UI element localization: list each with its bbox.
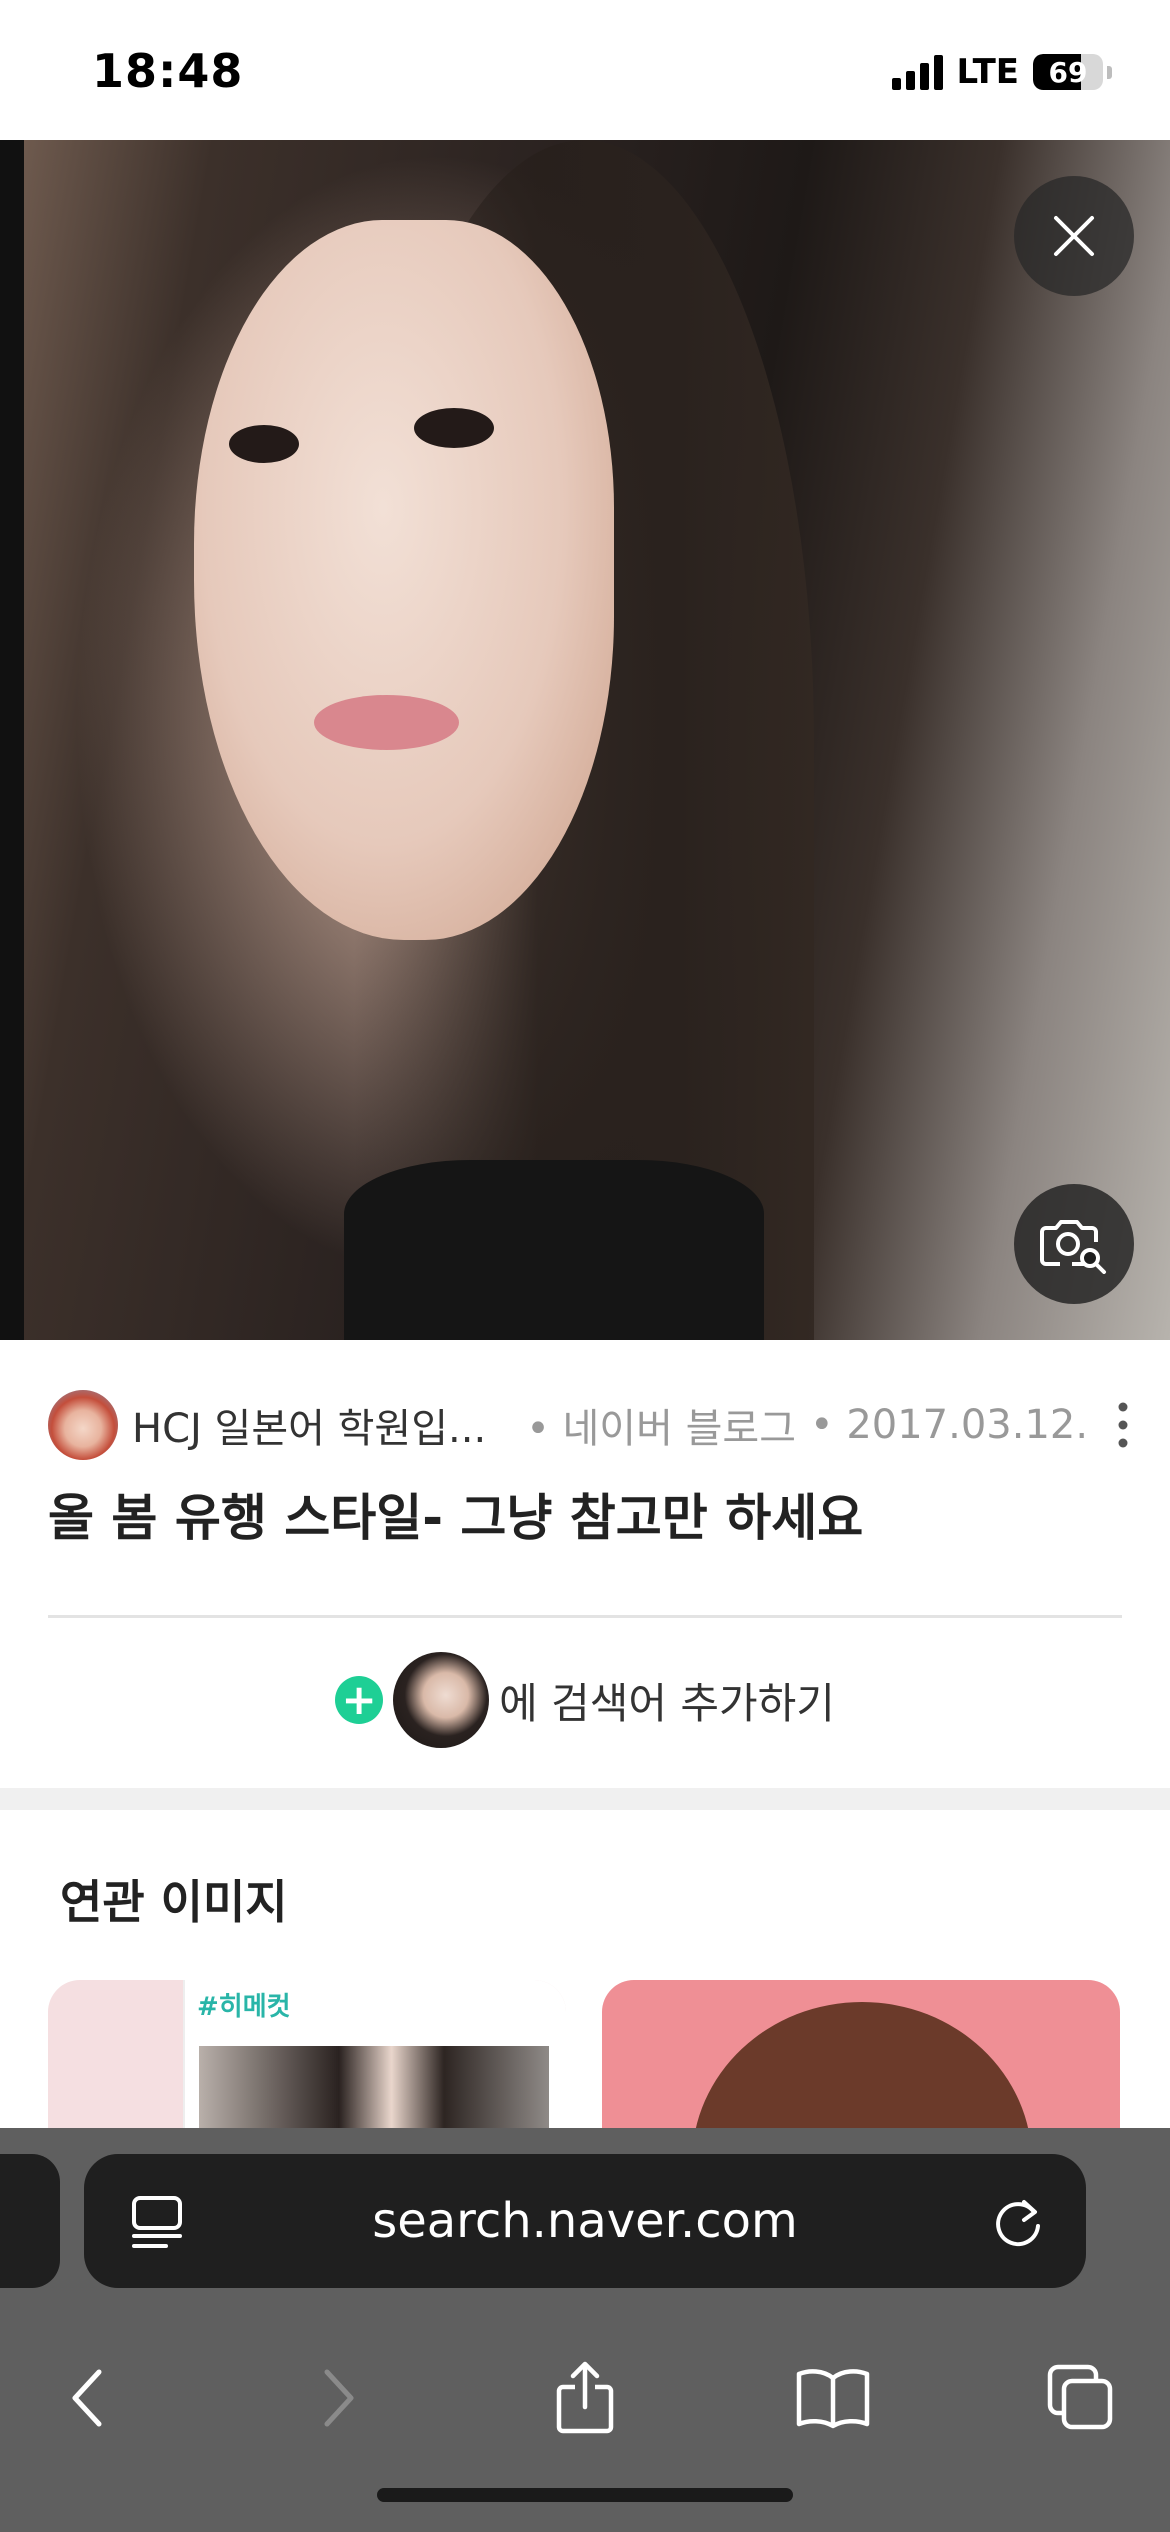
battery-icon: 69 [1033,54,1103,90]
signal-icon [891,54,943,90]
status-indicators: LTE 69 [891,52,1112,92]
address-bar[interactable]: search.naver.com [84,2154,1086,2288]
result-title[interactable]: 올 봄 유행 스타일- 그냥 참고만 하세요 [48,1478,863,1550]
bookmarks-button[interactable] [768,2328,898,2468]
related-images-title: 연관 이미지 [60,1875,288,1929]
reload-icon[interactable] [988,2192,1048,2252]
source-date: • 2017.03.12. [810,1402,1089,1448]
battery-cap [1107,65,1112,79]
battery-level: 69 [1048,55,1088,89]
add-search-term[interactable]: + 에 검색어 추가하기 [0,1652,1170,1748]
tabs-button[interactable] [1016,2328,1146,2468]
source-site: • 네이버 블로그 [526,1406,797,1452]
plus-icon: + [335,1676,384,1724]
add-search-label: 에 검색어 추가하기 [499,1678,835,1728]
source-avatar[interactable] [48,1390,118,1460]
close-icon [1054,216,1094,256]
source-row[interactable]: HCJ 일본어 학원입... • 네이버 블로그 • 2017.03.12. [48,1390,1128,1460]
network-type: LTE [956,52,1019,92]
photo-eye-left [229,425,299,463]
search-thumbnail [393,1652,490,1748]
divider [48,1615,1122,1618]
forward-button[interactable] [274,2328,404,2468]
share-button[interactable] [520,2328,650,2468]
status-bar: 18:48 LTE 69 [0,0,1170,140]
browser-toolbar [0,2328,1170,2468]
photo-face [194,220,614,940]
share-icon [556,2361,614,2434]
book-icon [796,2369,870,2429]
image-search-icon [1040,1220,1106,1274]
browser-bottom-bar: search.naver.com [0,2128,1170,2532]
photo-eye-right [414,408,494,448]
close-button[interactable] [1014,176,1134,296]
source-name[interactable]: HCJ 일본어 학원입... [132,1396,486,1454]
chevron-right-icon [324,2369,354,2427]
main-photo[interactable] [24,140,1170,1340]
photo-shirt [344,1160,764,1340]
related-card-tag: #히메컷 [197,1992,291,2022]
image-search-button[interactable] [1014,1184,1134,1304]
tabs-icon [1047,2364,1113,2430]
image-viewer[interactable] [0,140,1170,1340]
home-indicator[interactable] [377,2488,793,2502]
back-button[interactable] [22,2328,152,2468]
url-text[interactable]: search.naver.com [84,2154,1086,2288]
photo-lips [314,695,459,750]
chevron-left-icon [72,2369,102,2427]
section-separator [0,1788,1170,1810]
status-time: 18:48 [92,44,244,98]
previous-tab-peek[interactable] [0,2154,60,2288]
more-vertical-icon[interactable] [1108,1400,1138,1450]
